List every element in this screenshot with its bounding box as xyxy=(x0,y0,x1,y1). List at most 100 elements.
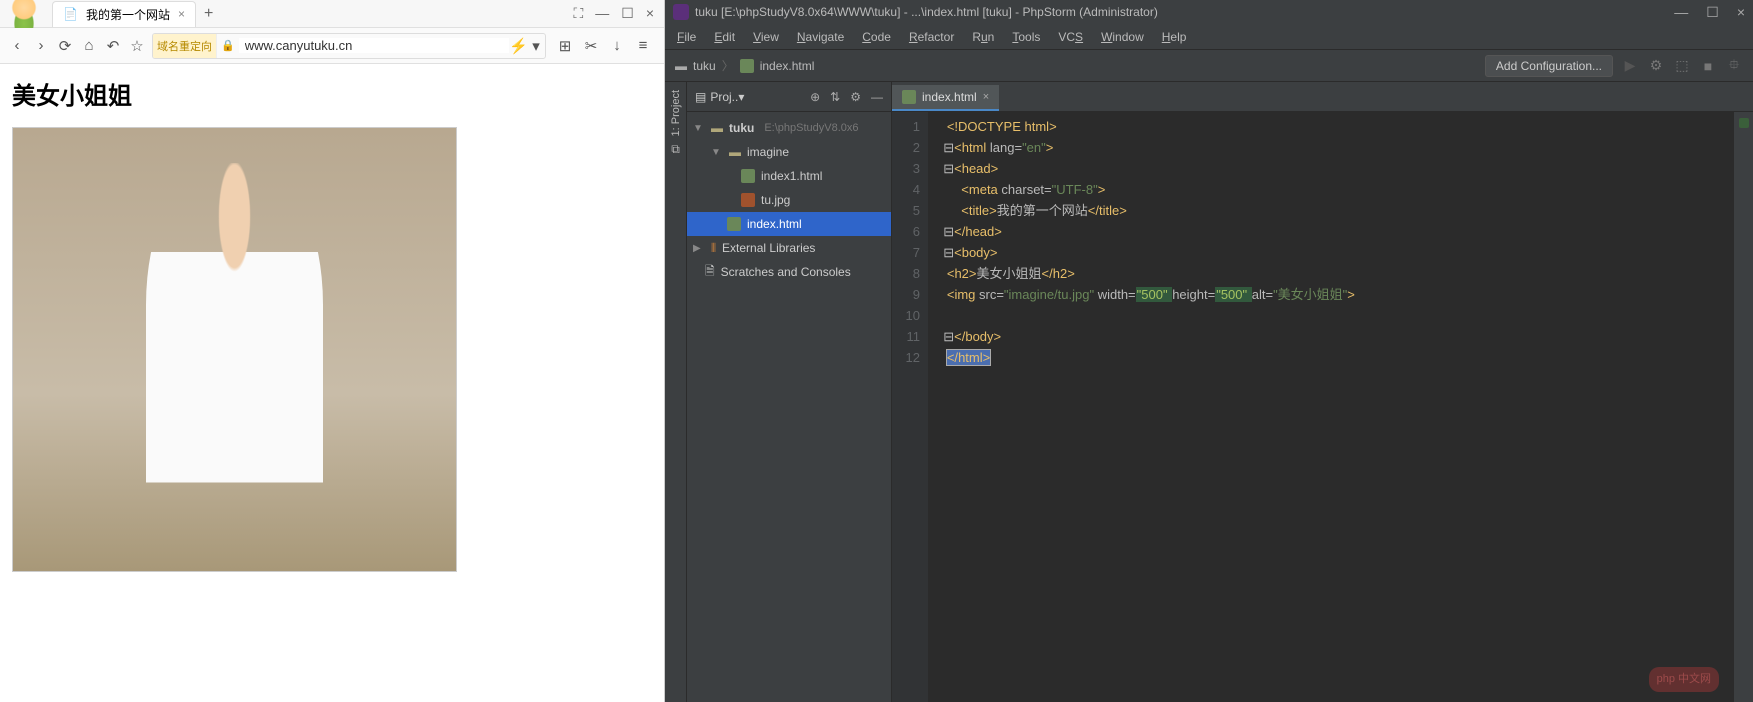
tree-body: ▼ ▬ tuku E:\phpStudyV8.0x6 ▼ ▬ imagine i… xyxy=(687,112,891,702)
ide-maximize-icon[interactable]: ☐ xyxy=(1706,4,1719,21)
menu-help[interactable]: Help xyxy=(1162,30,1187,44)
back-button[interactable]: ‹ xyxy=(8,37,26,54)
menu-window[interactable]: Window xyxy=(1101,30,1144,44)
snip-icon[interactable]: ✂ xyxy=(582,37,600,55)
reload-button[interactable]: ⟳ xyxy=(56,37,74,55)
tree-file-index1[interactable]: index1.html xyxy=(687,164,891,188)
tree-root[interactable]: ▼ ▬ tuku E:\phpStudyV8.0x6 xyxy=(687,116,891,140)
address-bar[interactable]: 域名重定向 🔒 ⚡ ▾ xyxy=(152,33,546,59)
crumb-sep: 〉 xyxy=(722,57,734,74)
menu-icon[interactable]: ≡ xyxy=(634,37,652,54)
html-file-icon xyxy=(741,169,755,183)
folder-icon: ▬ xyxy=(711,121,723,135)
window-maximize-icon[interactable]: ☐ xyxy=(621,5,634,22)
ide-menubar: File Edit View Navigate Code Refactor Ru… xyxy=(665,24,1753,50)
tree-label: Scratches and Consoles xyxy=(721,265,851,279)
code-editor[interactable]: 123456789101112 <!DOCTYPE html> ⊟<html l… xyxy=(892,112,1753,702)
tree-label: tu.jpg xyxy=(761,193,790,207)
tab-close-icon[interactable]: × xyxy=(178,7,185,21)
window-minimize-icon[interactable]: — xyxy=(595,5,609,22)
tree-scratches[interactable]: 🗎 Scratches and Consoles xyxy=(687,260,891,284)
html-file-icon xyxy=(740,59,754,73)
tree-external-libs[interactable]: ▶ ⫴ External Libraries xyxy=(687,236,891,260)
forward-button[interactable]: › xyxy=(32,37,50,54)
menu-view[interactable]: View xyxy=(753,30,779,44)
page-heading: 美女小姐姐 xyxy=(12,76,652,111)
select-target-icon[interactable]: ⊕ xyxy=(810,90,820,104)
expand-collapse-icon[interactable]: ⇅ xyxy=(830,90,840,104)
menu-vcs[interactable]: VCS xyxy=(1058,30,1083,44)
menu-code[interactable]: Code xyxy=(862,30,891,44)
project-dropdown[interactable]: ▤ Proj..▾ xyxy=(695,90,744,104)
code-body[interactable]: <!DOCTYPE html> ⊟<html lang="en"> ⊟<head… xyxy=(928,112,1733,702)
html-file-icon xyxy=(727,217,741,231)
tree-root-path: E:\phpStudyV8.0x6 xyxy=(764,122,858,134)
crumb-file[interactable]: index.html xyxy=(760,59,815,73)
home-button[interactable]: ⌂ xyxy=(80,37,98,54)
apps-grid-icon[interactable]: ⊞ xyxy=(556,37,574,55)
tree-folder-imagine[interactable]: ▼ ▬ imagine xyxy=(687,140,891,164)
editor-area: index.html × 123456789101112 <!DOCTYPE h… xyxy=(892,82,1753,702)
url-more-icon[interactable]: ▾ xyxy=(527,37,545,55)
menu-refactor[interactable]: Refactor xyxy=(909,30,954,44)
browser-tab[interactable]: 📄 我的第一个网站 × xyxy=(52,1,196,27)
structure-tool-icon[interactable]: ⧉ xyxy=(671,142,680,157)
add-configuration-button[interactable]: Add Configuration... xyxy=(1485,55,1613,77)
tree-file-index[interactable]: index.html xyxy=(687,212,891,236)
menu-run[interactable]: Run xyxy=(972,30,994,44)
download-icon[interactable]: ↓ xyxy=(608,37,626,54)
menu-file[interactable]: File xyxy=(677,30,696,44)
browser-window: 📄 我的第一个网站 × + ⛶ — ☐ × ‹ › ⟳ ⌂ ↶ ☆ 域名重定向 … xyxy=(0,0,665,702)
phpstorm-icon xyxy=(673,4,689,20)
tree-settings-icon[interactable]: ⚙ xyxy=(850,90,861,104)
page-content: 美女小姐姐 xyxy=(0,64,664,702)
new-tab-button[interactable]: + xyxy=(204,5,213,23)
page-icon: 📄 xyxy=(63,7,78,21)
inspection-indicator[interactable] xyxy=(1739,118,1749,128)
chevron-down-icon[interactable]: ▼ xyxy=(693,123,705,134)
tree-label: External Libraries xyxy=(722,241,815,255)
project-tree: ▤ Proj..▾ ⊕ ⇅ ⚙ — ▼ ▬ tuku E:\phpStudyV8… xyxy=(687,82,892,702)
ide-titlebar: tuku [E:\phpStudyV8.0x64\WWW\tuku] - ...… xyxy=(665,0,1753,24)
redirect-tag: 域名重定向 xyxy=(153,34,217,58)
search-everywhere-icon[interactable]: ⯐ xyxy=(1725,54,1743,78)
tree-label: index.html xyxy=(747,217,802,231)
line-gutter: 123456789101112 xyxy=(892,112,928,702)
stop-icon[interactable]: ■ xyxy=(1699,58,1717,74)
breadcrumb[interactable]: ▬ tuku 〉 index.html xyxy=(675,57,814,74)
window-close-icon[interactable]: × xyxy=(646,5,654,22)
tab-title: 我的第一个网站 xyxy=(86,6,170,23)
left-tool-strip: 1: Project ⧉ xyxy=(665,82,687,702)
hide-tree-icon[interactable]: — xyxy=(871,90,883,104)
project-tree-header: ▤ Proj..▾ ⊕ ⇅ ⚙ — xyxy=(687,82,891,112)
ide-minimize-icon[interactable]: — xyxy=(1674,4,1688,21)
html-file-icon xyxy=(902,90,916,104)
scratches-icon: 🗎 xyxy=(705,262,715,283)
ide-navbar: ▬ tuku 〉 index.html Add Configuration...… xyxy=(665,50,1753,82)
folder-icon: ▬ xyxy=(729,145,741,159)
menu-tools[interactable]: Tools xyxy=(1012,30,1040,44)
coverage-icon[interactable]: ⬚ xyxy=(1673,57,1691,74)
ide-body: 1: Project ⧉ ▤ Proj..▾ ⊕ ⇅ ⚙ — ▼ ▬ tuku … xyxy=(665,82,1753,702)
phpstorm-window: tuku [E:\phpStudyV8.0x64\WWW\tuku] - ...… xyxy=(665,0,1753,702)
menu-navigate[interactable]: Navigate xyxy=(797,30,844,44)
project-tool-button[interactable]: 1: Project xyxy=(670,90,682,136)
url-input[interactable] xyxy=(239,38,509,53)
portal-icon[interactable]: ⛶ xyxy=(573,5,583,22)
debug-icon[interactable]: ⚙ xyxy=(1647,57,1665,74)
watermark: php 中文网 xyxy=(1649,667,1719,692)
menu-edit[interactable]: Edit xyxy=(714,30,735,44)
run-icon[interactable]: ▶ xyxy=(1621,57,1639,74)
flash-icon[interactable]: ⚡ xyxy=(509,37,527,55)
crumb-root[interactable]: tuku xyxy=(693,59,716,73)
tree-file-tu[interactable]: tu.jpg xyxy=(687,188,891,212)
ide-close-icon[interactable]: × xyxy=(1737,4,1745,21)
editor-tab[interactable]: index.html × xyxy=(892,85,999,111)
profile-avatar[interactable] xyxy=(8,0,40,30)
chevron-down-icon[interactable]: ▼ xyxy=(711,147,723,158)
chevron-right-icon[interactable]: ▶ xyxy=(693,243,705,254)
favorite-button[interactable]: ☆ xyxy=(128,37,146,55)
content-image xyxy=(12,127,457,572)
undo-nav-button[interactable]: ↶ xyxy=(104,37,122,55)
editor-tab-close-icon[interactable]: × xyxy=(983,91,989,103)
